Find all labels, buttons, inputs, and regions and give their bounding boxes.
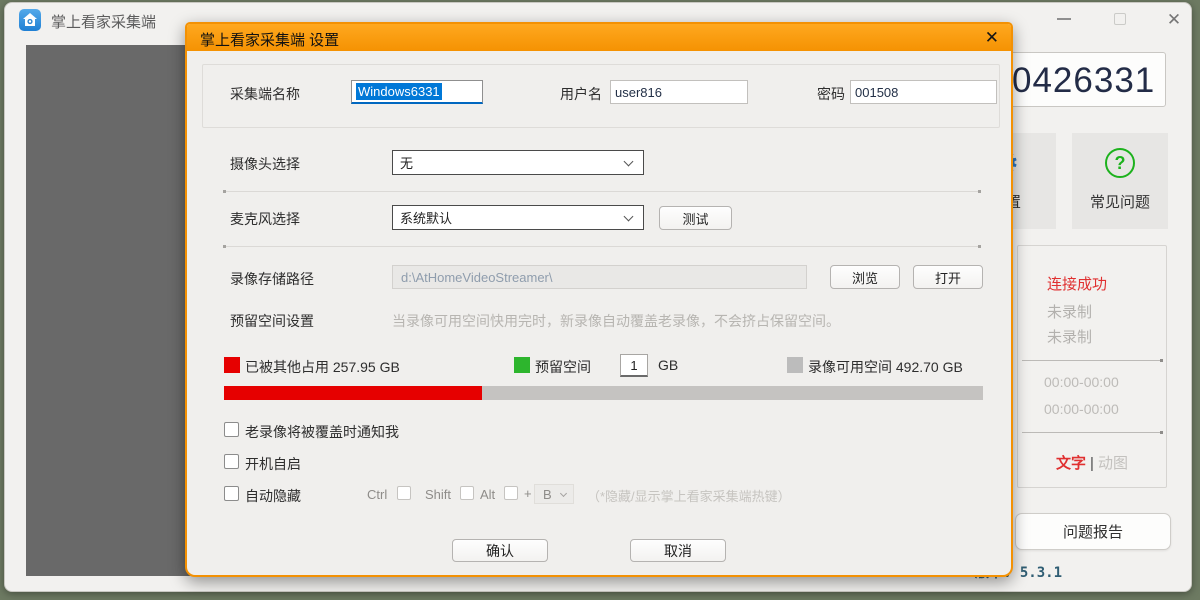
camera-select[interactable]: 无 [392, 150, 644, 175]
close-button[interactable]: ✕ [1157, 7, 1191, 31]
used-space-swatch [224, 357, 240, 373]
available-label: 录像可用空间 [808, 359, 892, 375]
used-space-legend: 已被其他占用 257.95 GB [245, 357, 400, 377]
available-value: 492.70 GB [896, 359, 963, 375]
ctrl-label: Ctrl [367, 487, 387, 502]
text-mode-option[interactable]: 文字 [1056, 455, 1086, 472]
dialog-close-icon[interactable]: ✕ [985, 28, 999, 48]
hotkey-key-select[interactable]: B [534, 484, 574, 504]
storage-path-field: d:\AtHomeVideoStreamer\ [392, 265, 807, 289]
app-logo-icon [19, 9, 41, 31]
faq-tile[interactable]: ? 常见问题 [1072, 133, 1168, 229]
microphone-select[interactable]: 系统默认 [392, 205, 644, 230]
used-space-value: 257.95 GB [333, 359, 400, 375]
reserved-unit: GB [658, 357, 678, 373]
reserved-swatch [514, 357, 530, 373]
section-divider [224, 191, 980, 192]
camera-label: 摄像头选择 [230, 154, 300, 174]
record-status-1: 未录制 [1047, 301, 1092, 322]
cid-number: 0426331 [1012, 61, 1155, 101]
autohide-label: 自动隐藏 [245, 486, 301, 506]
chevron-down-icon [624, 212, 634, 222]
section-divider [224, 246, 980, 247]
alt-checkbox[interactable] [504, 486, 518, 500]
browse-button[interactable]: 浏览 [830, 265, 900, 289]
camera-selected-value: 无 [400, 153, 413, 172]
window-title: 掌上看家采集端 [51, 11, 156, 32]
collector-name-input[interactable]: Windows6331 [351, 80, 483, 104]
disk-usage-bar [224, 386, 983, 400]
name-label: 采集端名称 [230, 84, 300, 104]
selected-text: Windows6331 [356, 83, 442, 100]
maximize-icon [1114, 13, 1126, 25]
ctrl-checkbox[interactable] [397, 486, 411, 500]
status-divider [1022, 432, 1162, 433]
gif-mode-option[interactable]: 动图 [1098, 455, 1128, 472]
dialog-title: 掌上看家采集端 设置 [200, 29, 339, 50]
open-button[interactable]: 打开 [913, 265, 983, 289]
mic-test-button[interactable]: 测试 [659, 206, 732, 230]
chevron-down-icon [560, 490, 567, 497]
used-space-label: 已被其他占用 [245, 359, 329, 375]
storage-path-label: 录像存储路径 [230, 269, 314, 289]
alt-label: Alt [480, 487, 495, 502]
autostart-checkbox[interactable] [224, 454, 239, 469]
maximize-button[interactable] [1103, 7, 1137, 31]
reserved-space-label: 预留空间设置 [230, 311, 314, 331]
autohide-checkbox[interactable] [224, 486, 239, 501]
username-input[interactable]: user816 [610, 80, 748, 104]
available-legend: 录像可用空间 492.70 GB [808, 357, 963, 377]
reserved-space-hint: 当录像可用空间快用完时，新录像自动覆盖老录像，不会挤占保留空间。 [392, 311, 840, 331]
reserved-gb-input[interactable]: 1 [620, 354, 648, 377]
close-icon: ✕ [1167, 11, 1181, 28]
microphone-label: 麦克风选择 [230, 209, 300, 229]
plus-sign: + [524, 486, 532, 501]
problem-report-button[interactable]: 问题报告 [1015, 513, 1171, 550]
password-input[interactable]: 001508 [850, 80, 997, 104]
microphone-selected-value: 系统默认 [400, 208, 452, 227]
notify-overwrite-checkbox[interactable] [224, 422, 239, 437]
shift-checkbox[interactable] [460, 486, 474, 500]
autostart-label: 开机自启 [245, 454, 301, 474]
notify-overwrite-label: 老录像将被覆盖时通知我 [245, 422, 399, 442]
question-icon: ? [1105, 148, 1135, 178]
desktop: 掌上看家采集端 ✕ 0426331 ⚙ 设置 ? 常见问题 连接成功 未录制 未… [0, 0, 1200, 600]
record-status-2: 未录制 [1047, 326, 1092, 347]
mode-separator: | [1086, 455, 1098, 472]
schedule-time-2: 00:00-00:00 [1044, 401, 1119, 417]
password-label: 密码 [817, 84, 845, 104]
disk-usage-bar-used [224, 386, 482, 400]
shift-label: Shift [425, 487, 451, 502]
minimize-icon [1057, 18, 1071, 20]
available-swatch [787, 357, 803, 373]
dialog-titlebar: 掌上看家采集端 设置 ✕ [187, 24, 1011, 51]
settings-dialog: 掌上看家采集端 设置 ✕ 采集端名称 Windows6331 用户名 user8… [185, 22, 1013, 577]
chevron-down-icon [624, 157, 634, 167]
cancel-button[interactable]: 取消 [630, 539, 726, 562]
hotkey-note: （*隐藏/显示掌上看家采集端热键） [587, 486, 791, 505]
hotkey-key-value: B [543, 487, 552, 502]
house-camera-icon [22, 12, 38, 28]
confirm-button[interactable]: 确认 [452, 539, 548, 562]
faq-tile-label: 常见问题 [1072, 191, 1168, 212]
minimize-button[interactable] [1047, 7, 1081, 31]
connection-status: 连接成功 [1047, 273, 1107, 294]
notify-mode-toggle: 文字|动图 [1017, 452, 1167, 473]
reserved-label: 预留空间 [535, 357, 591, 377]
schedule-time-1: 00:00-00:00 [1044, 374, 1119, 390]
status-divider [1022, 360, 1162, 361]
username-label: 用户名 [560, 84, 602, 104]
